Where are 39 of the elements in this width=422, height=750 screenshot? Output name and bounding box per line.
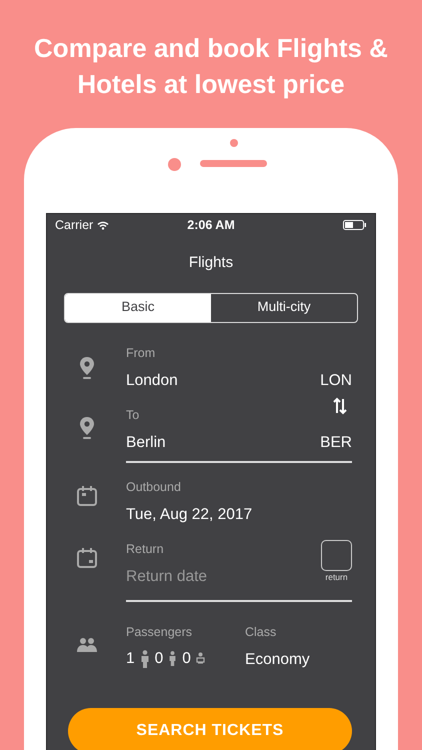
airport-code: LON <box>320 371 352 392</box>
wifi-icon <box>97 220 110 230</box>
return-date-field[interactable]: Return date <box>126 565 207 588</box>
field-label: To <box>126 406 140 424</box>
segment-tab[interactable]: Basic <box>65 294 211 322</box>
field-label: Passengers <box>126 624 194 641</box>
clock: 2:06 AM <box>187 216 235 234</box>
calendar-icon <box>76 546 98 568</box>
carrier-label: Carrier <box>55 216 94 234</box>
segment-tab[interactable]: Multi-city <box>211 294 357 322</box>
speaker-icon <box>200 160 267 167</box>
airport-code: BER <box>320 433 352 454</box>
sensor-icon <box>230 139 238 147</box>
origin-city[interactable]: London <box>126 369 178 392</box>
headline: Compare and book Flights & <box>33 32 389 65</box>
location-pin-icon <box>78 416 94 440</box>
destination-city[interactable]: Berlin <box>126 431 166 454</box>
location-pin-icon <box>78 356 94 380</box>
passenger-count[interactable]: 0 <box>182 647 191 670</box>
passenger-count[interactable]: 0 <box>154 647 164 670</box>
camera-icon <box>168 158 181 171</box>
return-checkbox[interactable] <box>321 540 352 570</box>
field-label: From <box>126 344 156 362</box>
checkbox-label: return <box>325 570 348 584</box>
person-icon <box>168 651 178 666</box>
battery-icon <box>343 220 367 230</box>
field-label: Return <box>126 540 165 558</box>
headline: Hotels at lowest price <box>76 68 346 101</box>
field-label: Class <box>245 624 278 640</box>
person-icon <box>140 650 150 668</box>
screen-title: Flights <box>188 253 234 273</box>
field-label: Outbound <box>126 478 182 496</box>
outbound-date[interactable]: Tue, Aug 22, 2017 <box>126 503 352 526</box>
swap-icon[interactable] <box>332 396 348 414</box>
calendar-icon <box>76 484 98 506</box>
baby-icon <box>196 652 205 666</box>
passenger-count[interactable]: 1 <box>126 647 135 670</box>
people-icon <box>76 636 96 652</box>
class-value[interactable]: Economy <box>245 648 310 672</box>
